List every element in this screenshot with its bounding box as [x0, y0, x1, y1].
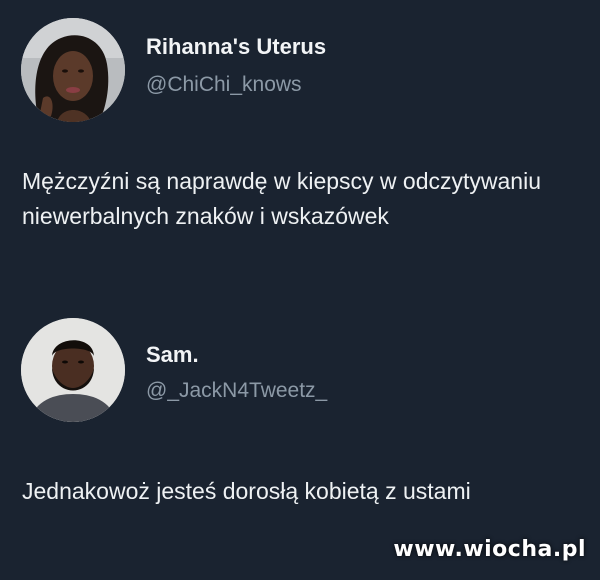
user-handle[interactable]: @_JackN4Tweetz_	[146, 379, 327, 403]
display-name[interactable]: Rihanna's Uterus	[146, 34, 326, 60]
user-handle[interactable]: @ChiChi_knows	[146, 73, 302, 97]
tweet-text: Jednakowoż jesteś dorosłą kobietą z usta…	[22, 478, 471, 504]
display-name[interactable]: Sam.	[146, 342, 199, 368]
tweet-text: Mężczyźni są naprawdę w kiepscy w odczyt…	[22, 168, 541, 229]
watermark: www.wiocha.pl	[393, 537, 586, 562]
avatar[interactable]	[21, 318, 125, 422]
avatar[interactable]	[21, 18, 125, 122]
